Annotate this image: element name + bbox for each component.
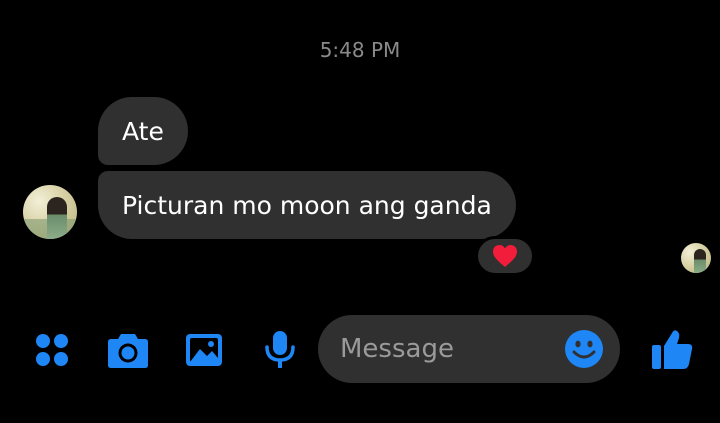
like-button[interactable] <box>647 324 697 374</box>
emoji-icon[interactable] <box>564 329 604 369</box>
microphone-icon <box>265 331 295 368</box>
heart-reaction[interactable] <box>475 236 535 276</box>
voice-button[interactable] <box>257 327 303 373</box>
gallery-button[interactable] <box>181 327 227 373</box>
message-bubble[interactable]: Ate <box>98 97 188 165</box>
message-input[interactable] <box>340 315 560 383</box>
avatar-figure <box>694 249 706 273</box>
apps-button[interactable] <box>29 327 75 373</box>
message-text: Picturan mo moon ang ganda <box>122 190 492 220</box>
heart-icon <box>493 245 517 267</box>
image-icon <box>186 334 222 366</box>
message-timestamp: 5:48 PM <box>319 38 401 62</box>
message-text: Ate <box>122 116 164 146</box>
message-composer[interactable] <box>318 315 620 383</box>
apps-icon <box>36 334 68 366</box>
camera-icon <box>108 334 148 368</box>
contact-avatar[interactable] <box>23 185 77 239</box>
seen-avatar <box>681 243 711 273</box>
avatar-figure <box>47 197 67 239</box>
camera-button[interactable] <box>105 327 151 373</box>
thumbs-up-icon <box>652 330 693 369</box>
message-bubble[interactable]: Picturan mo moon ang ganda <box>98 171 516 239</box>
